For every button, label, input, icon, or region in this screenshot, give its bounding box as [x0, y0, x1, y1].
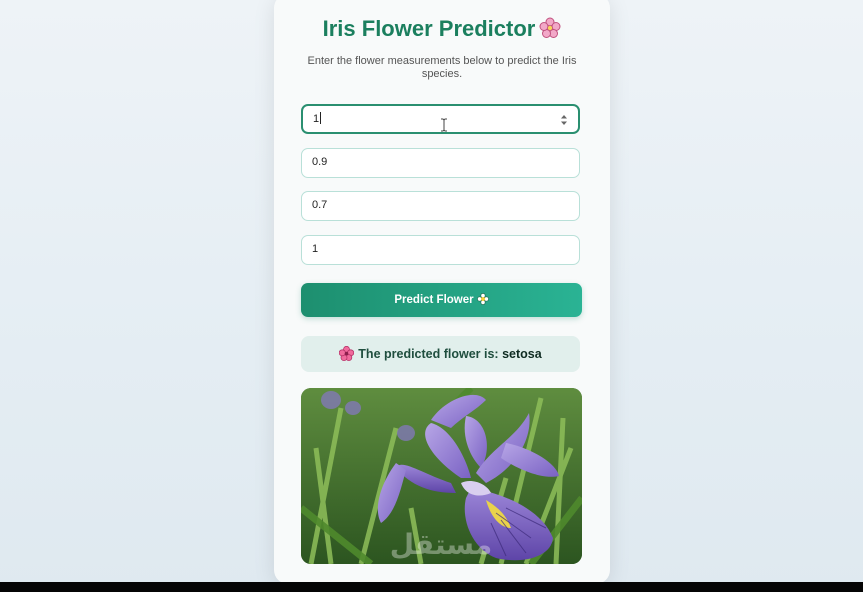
number-spinner-icon[interactable]: [560, 113, 568, 127]
measurement-input-3-value: 0.7: [312, 199, 328, 211]
page-subtitle: Enter the flower measurements below to p…: [307, 55, 577, 80]
page-title-text: Iris Flower Predictor: [322, 16, 536, 41]
measurement-input-2[interactable]: 0.9: [301, 148, 580, 178]
measurement-input-2-value: 0.9: [312, 156, 328, 168]
text-cursor-icon: [441, 118, 447, 132]
prediction-result: The predicted flower is: setosa: [301, 336, 580, 372]
hibiscus-icon: [338, 339, 355, 362]
predict-flower-button-label: Predict Flower: [394, 294, 474, 306]
blossom-icon: [476, 285, 489, 305]
predicted-species: setosa: [502, 347, 542, 361]
video-letterbox-bar: [0, 582, 863, 592]
measurement-input-4[interactable]: 1: [301, 235, 580, 265]
predictor-card: Iris Flower Predictor Enter the flower m…: [274, 0, 610, 584]
watermark-text: مستقل: [390, 528, 492, 561]
page-title: Iris Flower Predictor: [274, 16, 610, 42]
iris-flower-illustration: مستقل: [301, 388, 582, 564]
measurement-input-4-value: 1: [312, 243, 319, 255]
predict-flower-button[interactable]: Predict Flower: [301, 283, 582, 317]
prediction-prefix: The predicted flower is:: [358, 347, 499, 361]
iris-flower-image: مستقل: [301, 388, 582, 564]
measurement-input-3[interactable]: 0.7: [301, 191, 580, 221]
text-caret: [320, 112, 322, 124]
measurement-input-1-value: 1: [313, 113, 320, 125]
cherry-blossom-icon: [539, 17, 561, 39]
